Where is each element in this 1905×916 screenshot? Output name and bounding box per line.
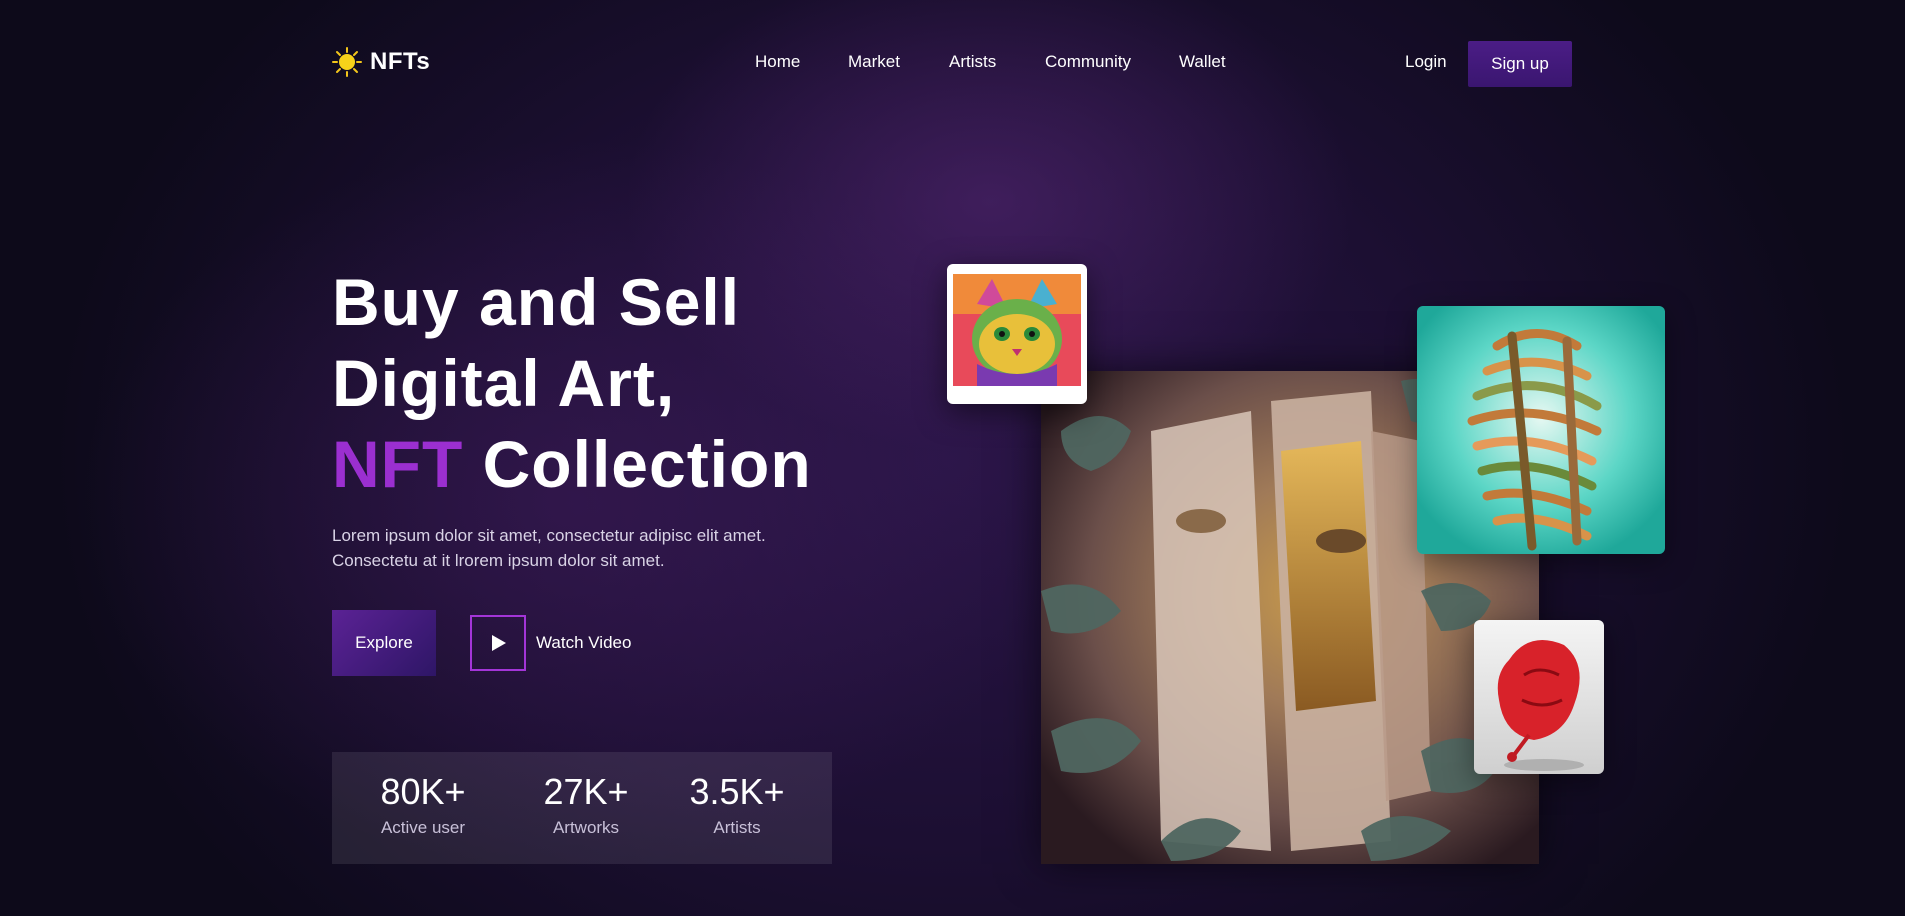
signup-button[interactable]: Sign up: [1468, 41, 1572, 87]
nav-community[interactable]: Community: [1045, 52, 1131, 72]
artwork-red-figure-image: [1474, 620, 1604, 774]
stat-value: 3.5K+: [689, 771, 785, 812]
stat-value: 27K+: [543, 771, 629, 812]
hero-title-line1: Buy and Sell: [332, 265, 741, 339]
stats-panel: 80K+ Active user 27K+ Artworks 3.5K+ Art…: [332, 752, 832, 864]
stat-artists: 3.5K+ Artists: [682, 772, 792, 838]
stat-label: Artists: [713, 818, 761, 837]
hero-description-line2: Consectetu at it lrorem ipsum dolor sit …: [332, 551, 665, 570]
sun-icon: [332, 47, 362, 77]
login-link[interactable]: Login: [1405, 52, 1447, 72]
hero-title: Buy and Sell Digital Art, NFT Collection: [332, 262, 812, 505]
stat-label: Active user: [380, 818, 466, 837]
nav-wallet[interactable]: Wallet: [1179, 52, 1226, 72]
stat-artworks: 27K+ Artworks: [531, 772, 641, 838]
nav-home[interactable]: Home: [755, 52, 800, 72]
stat-label: Artworks: [552, 818, 620, 837]
hero-description: Lorem ipsum dolor sit amet, consectetur …: [332, 523, 792, 573]
hero-title-line2: Digital Art,: [332, 346, 676, 420]
watch-video-label[interactable]: Watch Video: [536, 633, 631, 653]
logo[interactable]: NFTs: [332, 47, 430, 77]
watch-video-button[interactable]: [470, 615, 526, 671]
hero-title-line3: Collection: [463, 427, 812, 501]
stat-active-users: 80K+ Active user: [368, 772, 478, 838]
nav-artists[interactable]: Artists: [949, 52, 996, 72]
artwork-teal-sculpture-image: [1417, 306, 1665, 554]
explore-button[interactable]: Explore: [332, 610, 436, 676]
play-icon: [492, 635, 506, 651]
hero-title-highlight: NFT: [332, 427, 464, 501]
hero-description-line1: Lorem ipsum dolor sit amet, consectetur …: [332, 526, 766, 545]
logo-text: NFTs: [370, 48, 431, 75]
artwork-cat-image: [947, 264, 1087, 404]
stat-value: 80K+: [380, 771, 466, 812]
nav-market[interactable]: Market: [848, 52, 900, 72]
